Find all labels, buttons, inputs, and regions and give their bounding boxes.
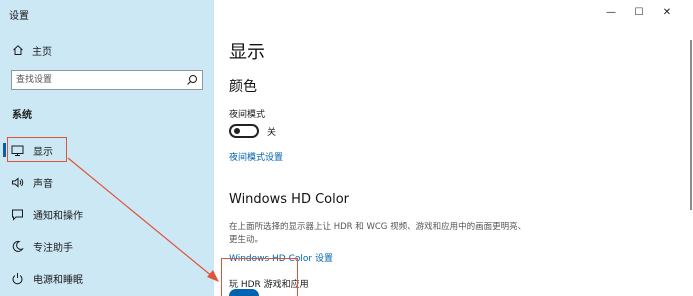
- night-mode-label: 夜间模式: [229, 110, 266, 120]
- maximize-button[interactable]: ☐: [625, 5, 653, 19]
- window-controls: — ☐ ✕: [597, 5, 681, 19]
- hdr-heading: Windows HD Color: [229, 192, 350, 207]
- speaker-icon: [12, 176, 24, 188]
- notification-icon: [12, 209, 23, 221]
- sidebar-item-notifications[interactable]: 通知和操作: [0, 202, 214, 226]
- night-mode-toggle[interactable]: [229, 124, 259, 138]
- search-input[interactable]: [12, 71, 182, 89]
- active-indicator: [3, 143, 6, 157]
- annotation-box-display: [7, 137, 67, 162]
- page-title: 显示: [229, 42, 265, 63]
- close-button[interactable]: ✕: [653, 5, 681, 19]
- scrollbar[interactable]: [690, 40, 692, 210]
- minimize-button[interactable]: —: [597, 5, 625, 19]
- annotation-box-hdr: [221, 258, 298, 296]
- sidebar-item-label: 专注助手: [33, 242, 73, 254]
- toggle-knob: [234, 128, 240, 134]
- home-nav-item[interactable]: 主页: [12, 43, 52, 58]
- window-title: 设置: [9, 11, 29, 22]
- sidebar-item-focus-assist[interactable]: 专注助手: [0, 234, 214, 258]
- search-icon[interactable]: [186, 74, 198, 86]
- section-label: 系统: [12, 110, 32, 121]
- sidebar: 设置 主页 系统 显示 声音 通知和操作 专注助手: [0, 0, 214, 296]
- sidebar-item-power-sleep[interactable]: 电源和睡眠: [0, 266, 214, 290]
- home-icon: [13, 45, 23, 55]
- sidebar-item-label: 通知和操作: [33, 210, 83, 222]
- sidebar-item-label: 电源和睡眠: [33, 274, 83, 286]
- moon-icon: [12, 240, 24, 252]
- hdr-description: 在上面所选择的显示器上让 HDR 和 WCG 视频、游戏和应用中的画面更明亮、更…: [229, 222, 527, 245]
- sidebar-item-label: 声音: [33, 178, 53, 190]
- color-heading: 颜色: [229, 79, 257, 95]
- power-icon: [12, 272, 23, 284]
- sidebar-item-sound[interactable]: 声音: [0, 170, 214, 194]
- night-mode-state: 关: [267, 128, 277, 138]
- home-label: 主页: [32, 46, 52, 58]
- search-box[interactable]: [11, 70, 203, 90]
- night-mode-settings-link[interactable]: 夜间模式设置: [229, 150, 283, 163]
